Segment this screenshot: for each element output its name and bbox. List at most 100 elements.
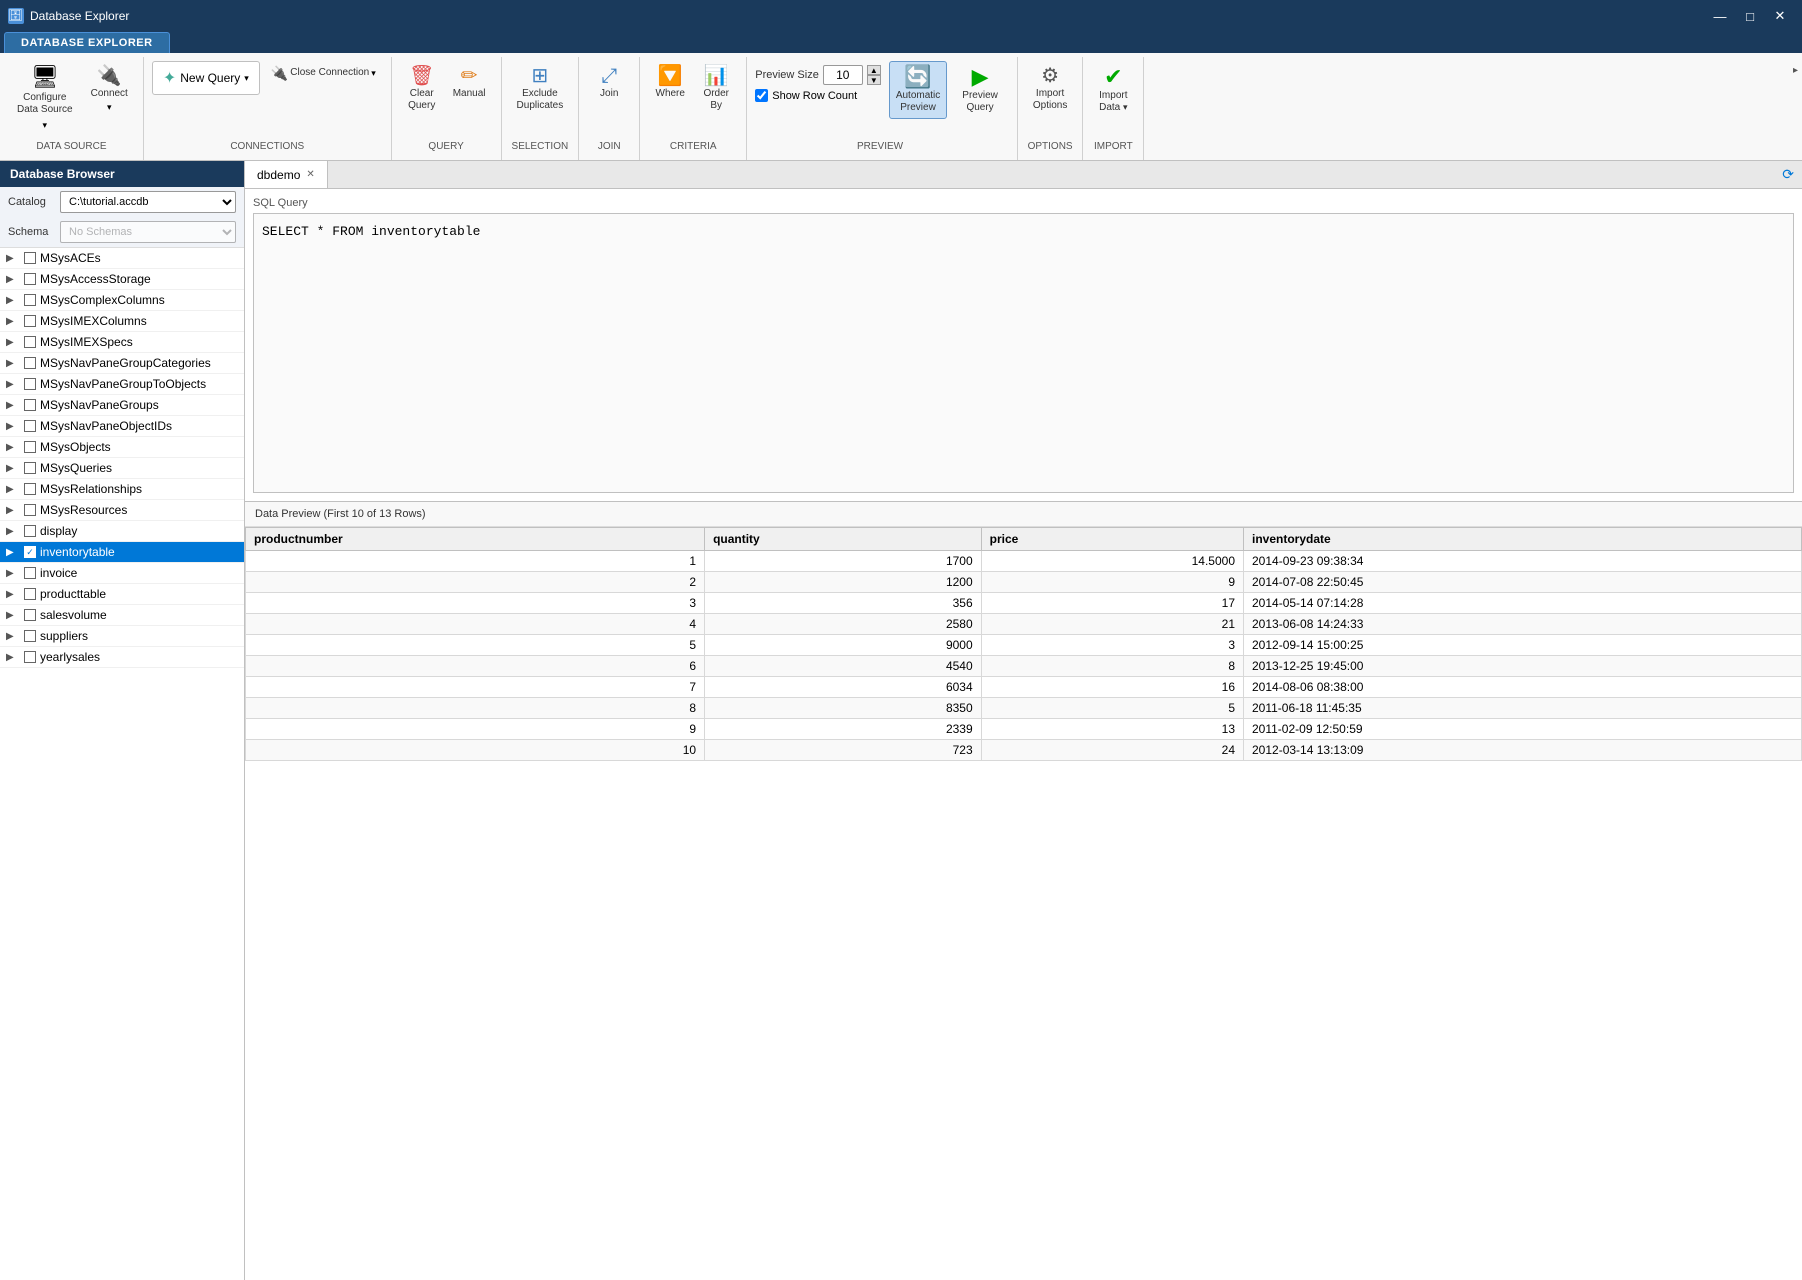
preview-size-up[interactable]: ▲ xyxy=(867,65,881,75)
table-cell-r8c2: 13 xyxy=(981,719,1243,740)
close-connection-button[interactable]: 🔌 Close Connection ▾ xyxy=(264,61,383,85)
tree-item-MSysIMEXSpecs[interactable]: ▶MSysIMEXSpecs xyxy=(0,332,244,353)
criteria-buttons: 🔽 Where 📊 OrderBy xyxy=(648,57,738,141)
tree-item-MSysACEs[interactable]: ▶MSysACEs xyxy=(0,248,244,269)
import-data-button[interactable]: ✔ ImportData ▾ xyxy=(1091,61,1135,119)
table-row-0: 1170014.50002014-09-23 09:38:34 xyxy=(246,551,1802,572)
tab-close-button[interactable]: ✕ xyxy=(306,169,314,180)
maximize-button[interactable]: □ xyxy=(1736,5,1764,27)
tree-item-yearlysales[interactable]: ▶yearlysales xyxy=(0,647,244,668)
manual-button[interactable]: ✏ Manual xyxy=(446,61,493,105)
minimize-button[interactable]: — xyxy=(1706,5,1734,27)
sql-editor[interactable]: SELECT * FROM inventorytable xyxy=(253,213,1794,493)
tree-checkbox-display[interactable] xyxy=(24,525,36,537)
import-group-label: IMPORT xyxy=(1083,138,1143,156)
tree-checkbox-MSysRelationships[interactable] xyxy=(24,483,36,495)
tree-checkbox-MSysNavPaneGroupCategories[interactable] xyxy=(24,357,36,369)
ribbon-group-options: ⚙ ImportOptions OPTIONS xyxy=(1018,57,1083,160)
automatic-preview-label: AutomaticPreview xyxy=(896,90,940,114)
tree-item-inventorytable[interactable]: ▶inventorytable xyxy=(0,542,244,563)
connections-buttons: ✦ New Query ▾ 🔌 Close Connection ▾ xyxy=(152,57,383,119)
clear-query-button[interactable]: 🗑 ClearQuery xyxy=(400,61,444,117)
close-button[interactable]: ✕ xyxy=(1766,5,1794,27)
tree-checkbox-MSysNavPaneGroupToObjects[interactable] xyxy=(24,378,36,390)
table-cell-r7c3: 2011-06-18 11:45:35 xyxy=(1244,698,1802,719)
tree-checkbox-salesvolume[interactable] xyxy=(24,609,36,621)
tree-checkbox-MSysNavPaneGroups[interactable] xyxy=(24,399,36,411)
import-options-button[interactable]: ⚙ ImportOptions xyxy=(1026,61,1074,117)
schema-label: Schema xyxy=(8,226,54,238)
tree-checkbox-MSysNavPaneObjectIDs[interactable] xyxy=(24,420,36,432)
configure-data-source-button[interactable]: 🖥 ConfigureData Source ▾ xyxy=(8,61,82,136)
preview-query-button[interactable]: ▶ PreviewQuery xyxy=(955,61,1005,119)
title-bar-title: Database Explorer xyxy=(30,9,129,23)
tree-checkbox-MSysObjects[interactable] xyxy=(24,441,36,453)
automatic-preview-button[interactable]: 🔄 AutomaticPreview xyxy=(889,61,947,119)
join-label: Join xyxy=(600,88,618,100)
tree-item-MSysNavPaneGroupCategories[interactable]: ▶MSysNavPaneGroupCategories xyxy=(0,353,244,374)
table-cell-r4c1: 9000 xyxy=(705,635,982,656)
ribbon-scroll-arrow[interactable]: ▸ xyxy=(1793,57,1802,160)
tree-checkbox-MSysQueries[interactable] xyxy=(24,462,36,474)
tree-item-MSysNavPaneGroupToObjects[interactable]: ▶MSysNavPaneGroupToObjects xyxy=(0,374,244,395)
tree-item-MSysIMEXColumns[interactable]: ▶MSysIMEXColumns xyxy=(0,311,244,332)
tree-item-suppliers[interactable]: ▶suppliers xyxy=(0,626,244,647)
schema-select[interactable]: No Schemas xyxy=(60,221,236,243)
table-row-4: 5900032012-09-14 15:00:25 xyxy=(246,635,1802,656)
tree-item-salesvolume[interactable]: ▶salesvolume xyxy=(0,605,244,626)
tree-checkbox-MSysIMEXColumns[interactable] xyxy=(24,315,36,327)
tree-item-display[interactable]: ▶display xyxy=(0,521,244,542)
catalog-select[interactable]: C:\tutorial.accdb xyxy=(60,191,236,213)
tree-label-MSysObjects: MSysObjects xyxy=(40,440,111,454)
order-by-button[interactable]: 📊 OrderBy xyxy=(694,61,738,117)
tree-arrow-suppliers: ▶ xyxy=(6,631,20,642)
preview-size-down[interactable]: ▼ xyxy=(867,75,881,85)
tree-checkbox-suppliers[interactable] xyxy=(24,630,36,642)
tree-item-MSysAccessStorage[interactable]: ▶MSysAccessStorage xyxy=(0,269,244,290)
table-cell-r0c1: 1700 xyxy=(705,551,982,572)
tree-item-MSysObjects[interactable]: ▶MSysObjects xyxy=(0,437,244,458)
tree-checkbox-inventorytable[interactable] xyxy=(24,546,36,558)
dbdemo-tab[interactable]: dbdemo ✕ xyxy=(245,161,328,188)
title-bar-controls: — □ ✕ xyxy=(1706,5,1794,27)
tree-item-invoice[interactable]: ▶invoice xyxy=(0,563,244,584)
tree-checkbox-producttable[interactable] xyxy=(24,588,36,600)
tree-item-MSysComplexColumns[interactable]: ▶MSysComplexColumns xyxy=(0,290,244,311)
where-label: Where xyxy=(656,88,685,100)
query-group-label: QUERY xyxy=(392,138,501,156)
tree-item-MSysQueries[interactable]: ▶MSysQueries xyxy=(0,458,244,479)
table-row-9: 10723242012-03-14 13:13:09 xyxy=(246,740,1802,761)
table-row-6: 76034162014-08-06 08:38:00 xyxy=(246,677,1802,698)
where-button[interactable]: 🔽 Where xyxy=(648,61,692,105)
tree-checkbox-MSysComplexColumns[interactable] xyxy=(24,294,36,306)
join-buttons: ⤢ Join xyxy=(587,57,631,129)
tree-item-producttable[interactable]: ▶producttable xyxy=(0,584,244,605)
database-explorer-tab[interactable]: DATABASE EXPLORER xyxy=(4,32,170,53)
table-cell-r6c3: 2014-08-06 08:38:00 xyxy=(1244,677,1802,698)
tree-item-MSysNavPaneObjectIDs[interactable]: ▶MSysNavPaneObjectIDs xyxy=(0,416,244,437)
show-row-count-checkbox[interactable] xyxy=(755,89,768,102)
tree-arrow-display: ▶ xyxy=(6,526,20,537)
join-button[interactable]: ⤢ Join xyxy=(587,61,631,105)
tree-checkbox-MSysResources[interactable] xyxy=(24,504,36,516)
table-cell-r1c1: 1200 xyxy=(705,572,982,593)
tree-checkbox-yearlysales[interactable] xyxy=(24,651,36,663)
table-cell-r1c0: 2 xyxy=(246,572,705,593)
tree-checkbox-MSysIMEXSpecs[interactable] xyxy=(24,336,36,348)
exclude-duplicates-button[interactable]: ⊞ ExcludeDuplicates xyxy=(510,61,571,117)
connect-button[interactable]: 🔌 Connect ▾ xyxy=(84,61,135,118)
sql-section: SQL Query SELECT * FROM inventorytable xyxy=(245,189,1802,502)
tree-checkbox-invoice[interactable] xyxy=(24,567,36,579)
tree-checkbox-MSysAccessStorage[interactable] xyxy=(24,273,36,285)
exclude-duplicates-icon: ⊞ xyxy=(532,66,549,86)
tree-item-MSysResources[interactable]: ▶MSysResources xyxy=(0,500,244,521)
selection-group-label: SELECTION xyxy=(502,138,579,156)
tab-refresh-button[interactable]: ⟳ xyxy=(1774,166,1802,183)
tree-item-MSysNavPaneGroups[interactable]: ▶MSysNavPaneGroups xyxy=(0,395,244,416)
table-cell-r9c2: 24 xyxy=(981,740,1243,761)
preview-size-input[interactable]: 10 xyxy=(823,65,863,85)
new-query-button[interactable]: ✦ New Query ▾ xyxy=(152,61,260,95)
tree-item-MSysRelationships[interactable]: ▶MSysRelationships xyxy=(0,479,244,500)
app-icon: 🗄 xyxy=(8,8,24,24)
tree-checkbox-MSysACEs[interactable] xyxy=(24,252,36,264)
